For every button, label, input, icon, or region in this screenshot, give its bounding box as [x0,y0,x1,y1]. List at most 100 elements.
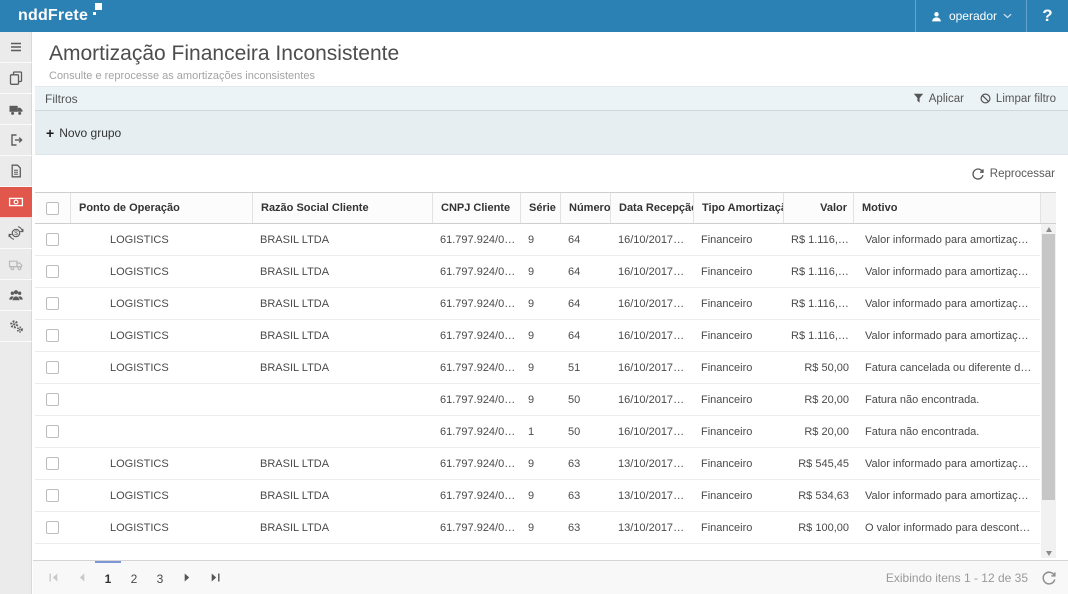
table-cell: 16/10/2017 14:03 [610,426,693,438]
sidebar-item-document[interactable] [0,156,32,187]
previous-page-button[interactable] [67,561,95,594]
table-cell: 13/10/2017 18:15 [610,522,693,534]
table-row[interactable]: LOGISTICSBRASIL LTDA61.797.924/0007-4096… [35,256,1040,288]
first-page-button[interactable] [39,561,67,594]
column-header[interactable]: Número [560,193,610,223]
last-page-icon [210,572,221,583]
sidebar-item-truck-config[interactable] [0,249,32,280]
table-cell: Valor informado para amortização é invál… [853,330,1040,342]
table-cell: 61.797.924/0007-40 [432,458,520,470]
row-checkbox[interactable] [46,521,59,534]
scroll-down-button[interactable] [1041,548,1056,558]
page-title: Amortização Financeira Inconsistente [49,41,1068,67]
row-checkbox-cell [35,265,70,278]
table-cell: Financeiro [693,458,783,470]
apply-filter-label: Aplicar [929,93,964,105]
table-row[interactable]: LOGISTICSBRASIL LTDA61.797.924/0007-4096… [35,224,1040,256]
table-cell: 64 [560,266,610,278]
row-checkbox[interactable] [46,233,59,246]
next-page-icon [182,572,193,583]
table-cell: 9 [520,522,560,534]
apply-filter-button[interactable]: Aplicar [913,93,964,105]
column-header[interactable]: Tipo Amortização [693,193,783,223]
users-icon [8,287,24,303]
table-cell: 9 [520,458,560,470]
ndd-logo-icon [93,3,102,12]
table-cell: 64 [560,298,610,310]
new-filter-group-button[interactable]: + Novo grupo [46,126,121,140]
previous-page-icon [76,572,87,583]
reprocess-button[interactable]: Reprocessar [972,168,1055,180]
table-cell: 50 [560,394,610,406]
table-cell: BRASIL LTDA [252,362,432,374]
pager-status: Exibindo itens 1 - 12 de 35 [886,571,1028,585]
table-cell: 61.797.924/0007-40 [432,362,520,374]
table-cell: R$ 545,45 [783,458,853,470]
user-menu[interactable]: operador [915,0,1026,32]
truck-config-icon [8,256,24,272]
table-cell: 61.797.924/0007-40 [432,490,520,502]
table-cell: R$ 534,63 [783,490,853,502]
table-cell: 9 [520,362,560,374]
reprocess-label: Reprocessar [990,168,1055,180]
copy-documents-icon [8,70,24,86]
table-row[interactable]: LOGISTICSBRASIL LTDA61.797.924/0007-4096… [35,448,1040,480]
table-cell: 9 [520,298,560,310]
sidebar-item-money-sync[interactable]: $ [0,218,32,249]
sidebar-item-transport[interactable] [0,94,32,125]
table-cell: R$ 1.116,00 [783,330,853,342]
row-checkbox[interactable] [46,393,59,406]
table-cell: Fatura não encontrada. [853,426,1040,438]
table-row[interactable]: LOGISTICSBRASIL LTDA61.797.924/0007-4096… [35,512,1040,544]
sidebar-item-documents[interactable] [0,63,32,94]
table-row[interactable]: 61.797.924/0007-4015016/10/2017 14:03Fin… [35,416,1040,448]
table-row[interactable]: LOGISTICSBRASIL LTDA61.797.924/0007-4096… [35,320,1040,352]
sidebar-item-financial-amortization[interactable] [0,187,32,218]
table-row[interactable]: 61.797.924/0007-4095016/10/2017 14:07Fin… [35,384,1040,416]
scroll-up-button[interactable] [1041,224,1056,234]
pager-page-2[interactable]: 2 [121,561,147,594]
last-page-button[interactable] [201,561,229,594]
table-cell: Valor informado para amortização é invál… [853,458,1040,470]
table-cell: 16/10/2017 14:17 [610,362,693,374]
row-checkbox[interactable] [46,361,59,374]
table-cell: Financeiro [693,266,783,278]
row-checkbox[interactable] [46,297,59,310]
select-all-cell[interactable] [35,193,70,223]
help-button[interactable]: ? [1026,0,1068,32]
table-cell: Financeiro [693,234,783,246]
column-header[interactable]: Motivo [853,193,1040,223]
column-header[interactable]: Valor [783,193,853,223]
table-cell: 13/10/2017 18:17 [610,490,693,502]
sidebar-item-settings[interactable] [0,311,32,342]
row-checkbox[interactable] [46,457,59,470]
column-header[interactable]: Razão Social Cliente [252,193,432,223]
page-subtitle: Consulte e reprocesse as amortizações in… [49,70,1068,82]
column-header[interactable]: Ponto de Operação [70,193,252,223]
column-header[interactable]: Série [520,193,560,223]
scrollbar-thumb[interactable] [1042,234,1055,500]
pager-refresh-button[interactable] [1042,571,1056,585]
table-cell: Valor informado para amortização é invál… [853,298,1040,310]
table-row[interactable]: LOGISTICSBRASIL LTDA61.797.924/0007-4095… [35,352,1040,384]
sidebar-item-output[interactable] [0,125,32,156]
table-row[interactable]: LOGISTICSBRASIL LTDA61.797.924/0007-4096… [35,288,1040,320]
table-cell: 9 [520,330,560,342]
table-row[interactable]: LOGISTICSBRASIL LTDA61.797.924/0007-4096… [35,480,1040,512]
row-checkbox[interactable] [46,425,59,438]
next-page-button[interactable] [173,561,201,594]
table-scrollbar[interactable] [1041,224,1056,558]
column-header[interactable]: CNPJ Cliente [432,193,520,223]
table-cell: 9 [520,266,560,278]
row-checkbox[interactable] [46,265,59,278]
pager-page-3[interactable]: 3 [147,561,173,594]
pager-page-1[interactable]: 1 [95,561,121,594]
column-header[interactable]: Data Recepção↓ [610,193,693,223]
row-checkbox[interactable] [46,489,59,502]
filter-icon [913,93,924,104]
select-all-checkbox[interactable] [46,202,59,215]
sidebar-item-menu[interactable] [0,32,32,63]
sidebar-item-users[interactable] [0,280,32,311]
clear-filter-button[interactable]: Limpar filtro [980,93,1056,105]
row-checkbox[interactable] [46,329,59,342]
